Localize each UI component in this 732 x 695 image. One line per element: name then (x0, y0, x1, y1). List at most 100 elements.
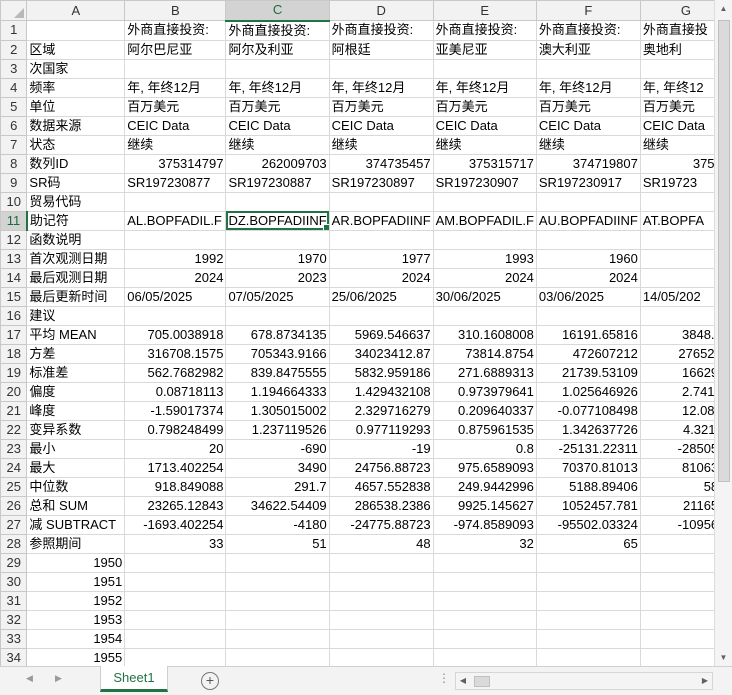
cell-f34[interactable] (535, 647, 641, 666)
cell-a6[interactable]: 数据来源 (26, 115, 126, 136)
cell-d3[interactable] (328, 58, 434, 79)
cell-b24[interactable]: 1713.402254 (124, 457, 227, 478)
cell-d9[interactable]: SR197230897 (328, 172, 434, 193)
cell-c23[interactable]: -690 (225, 438, 330, 459)
cell-d20[interactable]: 1.429432108 (328, 381, 434, 402)
cell-b28[interactable]: 33 (124, 533, 227, 554)
cell-a16[interactable]: 建议 (26, 305, 126, 326)
cell-b34[interactable] (124, 647, 227, 666)
row-header[interactable]: 32 (0, 609, 28, 630)
cell-a29[interactable]: 1950 (26, 552, 126, 573)
cell-a17[interactable]: 平均 MEAN (26, 324, 126, 345)
cell-d26[interactable]: 286538.2386 (328, 495, 434, 516)
add-sheet-button[interactable]: + (201, 672, 219, 690)
cell-b15[interactable]: 06/05/2025 (124, 286, 227, 307)
cell-c3[interactable] (225, 58, 330, 79)
row-header[interactable]: 34 (0, 647, 28, 666)
row-header[interactable]: 7 (0, 134, 28, 155)
cell-b5[interactable]: 百万美元 (124, 96, 227, 117)
cell-d2[interactable]: 阿根廷 (328, 39, 434, 60)
cell-f12[interactable] (535, 229, 641, 250)
cell-b4[interactable]: 年, 年终12月 (124, 77, 227, 98)
cell-d8[interactable]: 374735457 (328, 153, 434, 174)
cell-a12[interactable]: 函数说明 (26, 229, 126, 250)
row-header[interactable]: 33 (0, 628, 28, 649)
next-sheet-icon[interactable]: ▶ (55, 673, 62, 684)
cell-c22[interactable]: 1.237119526 (225, 419, 330, 440)
cell-c20[interactable]: 1.194664333 (225, 381, 330, 402)
cell-c26[interactable]: 34622.54409 (225, 495, 330, 516)
cell-a7[interactable]: 状态 (26, 134, 126, 155)
cell-d23[interactable]: -19 (328, 438, 434, 459)
cell-b13[interactable]: 1992 (124, 248, 227, 269)
cell-b1[interactable]: 外商直接投资: (124, 20, 227, 41)
cell-a27[interactable]: 减 SUBTRACT (26, 514, 126, 535)
cell-f5[interactable]: 百万美元 (535, 96, 641, 117)
cell-e32[interactable] (432, 609, 537, 630)
cell-a32[interactable]: 1953 (26, 609, 126, 630)
cell-e24[interactable]: 975.6589093 (432, 457, 537, 478)
cell-e19[interactable]: 271.6889313 (432, 362, 537, 383)
cell-f22[interactable]: 1.342637726 (535, 419, 641, 440)
cell-e4[interactable]: 年, 年终12月 (432, 77, 537, 98)
cell-d34[interactable] (328, 647, 434, 666)
cell-f14[interactable]: 2024 (535, 267, 641, 288)
cell-a9[interactable]: SR码 (26, 172, 126, 193)
column-header-c[interactable]: C (225, 0, 330, 22)
cell-e21[interactable]: 0.209640337 (432, 400, 537, 421)
cell-e27[interactable]: -974.8589093 (432, 514, 537, 535)
cell-b26[interactable]: 23265.12843 (124, 495, 227, 516)
row-header[interactable]: 4 (0, 77, 28, 98)
cell-e20[interactable]: 0.973979641 (432, 381, 537, 402)
cell-c19[interactable]: 839.8475555 (225, 362, 330, 383)
row-header[interactable]: 30 (0, 571, 28, 592)
cell-c33[interactable] (225, 628, 330, 649)
cell-b11[interactable]: AL.BOPFADIL.F (124, 210, 227, 231)
cell-c5[interactable]: 百万美元 (225, 96, 330, 117)
cell-c15[interactable]: 07/05/2025 (225, 286, 330, 307)
row-header[interactable]: 5 (0, 96, 28, 117)
cell-c21[interactable]: 1.305015002 (225, 400, 330, 421)
cell-f7[interactable]: 继续 (535, 134, 641, 155)
cell-e1[interactable]: 外商直接投资: (432, 20, 537, 41)
cell-e31[interactable] (432, 590, 537, 611)
cell-a18[interactable]: 方差 (26, 343, 126, 364)
cell-e14[interactable]: 2024 (432, 267, 537, 288)
cell-f29[interactable] (535, 552, 641, 573)
cell-f33[interactable] (535, 628, 641, 649)
cell-c11[interactable]: DZ.BOPFADIINF (225, 210, 330, 231)
cell-d31[interactable] (328, 590, 434, 611)
row-header[interactable]: 27 (0, 514, 28, 535)
cell-f13[interactable]: 1960 (535, 248, 641, 269)
cell-e8[interactable]: 375315717 (432, 153, 537, 174)
cell-a31[interactable]: 1952 (26, 590, 126, 611)
cell-e7[interactable]: 继续 (432, 134, 537, 155)
row-header[interactable]: 20 (0, 381, 28, 402)
cell-a3[interactable]: 次国家 (26, 58, 126, 79)
row-header[interactable]: 25 (0, 476, 28, 497)
cell-c1[interactable]: 外商直接投资: (225, 20, 330, 41)
row-header[interactable]: 11 (0, 210, 28, 231)
cell-d1[interactable]: 外商直接投资: (328, 20, 434, 41)
cell-b22[interactable]: 0.798248499 (124, 419, 227, 440)
cell-e15[interactable]: 30/06/2025 (432, 286, 537, 307)
cell-f4[interactable]: 年, 年终12月 (535, 77, 641, 98)
cell-f20[interactable]: 1.025646926 (535, 381, 641, 402)
cell-f30[interactable] (535, 571, 641, 592)
cell-a10[interactable]: 贸易代码 (26, 191, 126, 212)
cell-c34[interactable] (225, 647, 330, 666)
column-header-b[interactable]: B (124, 0, 227, 21)
cell-b12[interactable] (124, 229, 227, 250)
cell-d17[interactable]: 5969.546637 (328, 324, 434, 345)
cell-d12[interactable] (328, 229, 434, 250)
cell-d33[interactable] (328, 628, 434, 649)
cell-d32[interactable] (328, 609, 434, 630)
row-header[interactable]: 17 (0, 324, 28, 345)
cell-a19[interactable]: 标准差 (26, 362, 126, 383)
column-header-a[interactable]: A (26, 0, 126, 21)
cell-e22[interactable]: 0.875961535 (432, 419, 537, 440)
cell-e26[interactable]: 9925.145627 (432, 495, 537, 516)
cell-b29[interactable] (124, 552, 227, 573)
cell-d21[interactable]: 2.329716279 (328, 400, 434, 421)
cell-a21[interactable]: 峰度 (26, 400, 126, 421)
